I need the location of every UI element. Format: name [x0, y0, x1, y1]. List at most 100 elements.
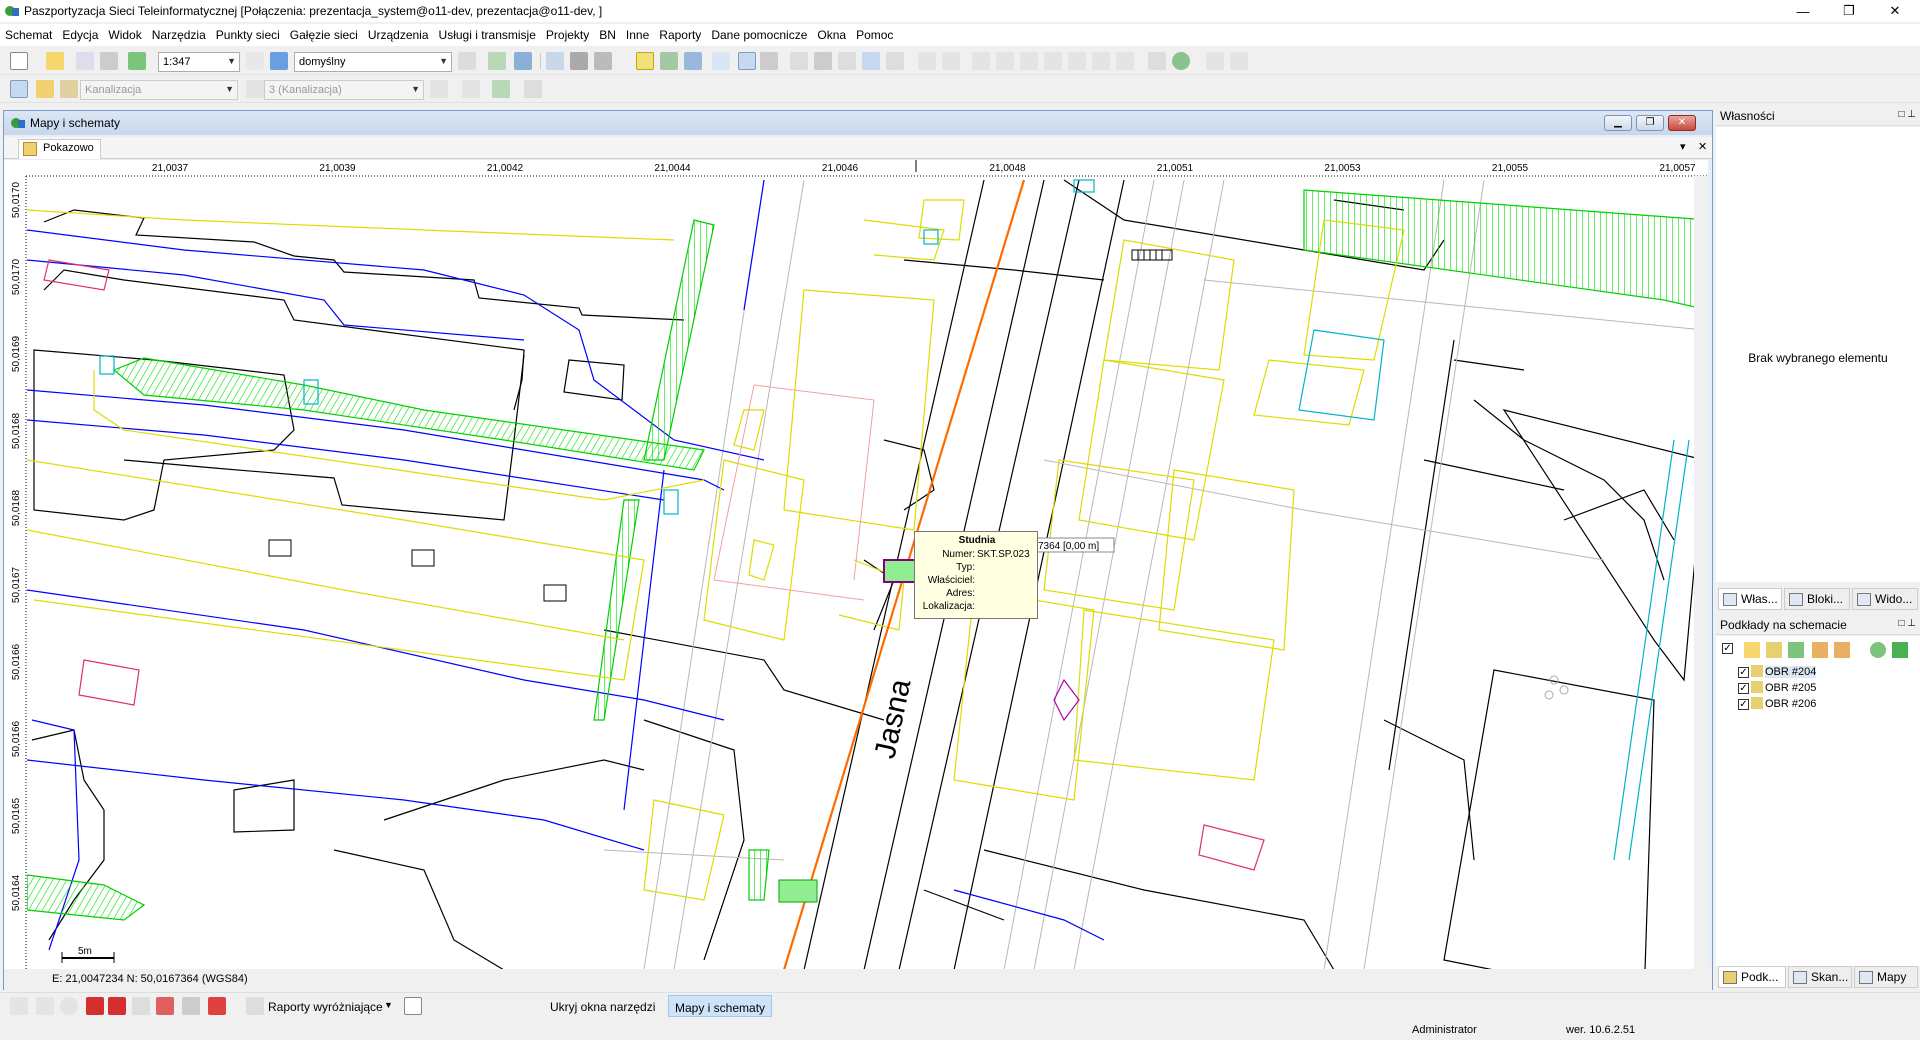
manhole[interactable]: [778, 879, 818, 903]
tool-icon[interactable]: [36, 997, 54, 1015]
reports-icon[interactable]: [246, 997, 264, 1015]
connect-icon[interactable]: [1148, 52, 1166, 70]
menu-punkty-sieci[interactable]: Punkty sieci: [211, 28, 285, 42]
layer-icon[interactable]: [1766, 642, 1782, 658]
tab-list-dropdown[interactable]: ▾: [1680, 140, 1686, 153]
stop-icon[interactable]: [86, 997, 104, 1015]
copy-view-icon[interactable]: [594, 52, 612, 70]
hide-tools-button[interactable]: Ukryj okna narzędzi: [550, 1000, 655, 1014]
sublayer-select[interactable]: 3 (Kanalizacja) ▼: [264, 80, 424, 100]
close-button[interactable]: ✕: [1872, 0, 1918, 22]
tab-pokazowo[interactable]: Pokazowo: [18, 139, 101, 159]
image-icon[interactable]: [1812, 642, 1828, 658]
tab-close-button[interactable]: ✕: [1698, 140, 1707, 153]
grid-select-icon[interactable]: [182, 997, 200, 1015]
disabled-tool-icon[interactable]: [942, 52, 960, 70]
menu-dane-pomocnicze[interactable]: Dane pomocnicze: [706, 28, 812, 42]
image-edit-icon[interactable]: [1834, 642, 1850, 658]
line-icon[interactable]: [430, 80, 448, 98]
menu-inne[interactable]: Inne: [621, 28, 654, 42]
menu-widok[interactable]: Widok: [103, 28, 146, 42]
snap-icon[interactable]: [760, 52, 778, 70]
maximize-button[interactable]: ❐: [1826, 0, 1872, 22]
tab-mapy[interactable]: Mapy: [1854, 966, 1918, 988]
menu-uslugi[interactable]: Usługi i transmisje: [434, 28, 541, 42]
close-tool-icon[interactable]: [524, 80, 542, 98]
mdi-close-button[interactable]: ✕: [1668, 115, 1696, 131]
background-icon[interactable]: [660, 52, 678, 70]
open-folder-icon[interactable]: [46, 52, 64, 70]
delete-icon[interactable]: [1020, 52, 1038, 70]
mdi-minimize-button[interactable]: ▁: [1604, 115, 1632, 131]
zoom-fit-icon[interactable]: [270, 52, 288, 70]
refresh-icon[interactable]: [1870, 642, 1886, 658]
disabled-tool-icon[interactable]: [1092, 52, 1110, 70]
layers-icon[interactable]: [458, 52, 476, 70]
active-window-button[interactable]: Mapy i schematy: [668, 995, 773, 1017]
pin-icon[interactable]: □ ⊥: [1898, 109, 1916, 120]
tab-bloki[interactable]: Bloki...: [1784, 588, 1850, 610]
frame-icon[interactable]: [838, 52, 856, 70]
layer-item[interactable]: ✓ OBR #205: [1738, 680, 1816, 694]
menu-projekty[interactable]: Projekty: [541, 28, 594, 42]
align-icon[interactable]: [790, 52, 808, 70]
scale-select[interactable]: 1:347 ▼: [158, 52, 240, 72]
tab-widoki[interactable]: Wido...: [1852, 588, 1918, 610]
tree-icon[interactable]: [1788, 642, 1804, 658]
lock-icon[interactable]: [246, 80, 264, 98]
disabled-tool-icon[interactable]: [1068, 52, 1086, 70]
expand-icon[interactable]: [886, 52, 904, 70]
add-layer-icon[interactable]: [1744, 642, 1760, 658]
menu-raporty[interactable]: Raporty: [654, 28, 706, 42]
highlight-icon[interactable]: [636, 52, 654, 70]
menu-pomoc[interactable]: Pomoc: [851, 28, 898, 42]
blank-checkbox[interactable]: [404, 997, 422, 1015]
draw-icon[interactable]: [10, 997, 28, 1015]
check-all-checkbox[interactable]: ✓: [1722, 643, 1733, 654]
grid-icon[interactable]: [712, 52, 730, 70]
target-icon[interactable]: [60, 997, 78, 1015]
record-icon[interactable]: [108, 997, 126, 1015]
layer-select[interactable]: Kanalizacja ▼: [80, 80, 238, 100]
menu-galezie-sieci[interactable]: Gałęzie sieci: [285, 28, 363, 42]
refresh-icon[interactable]: [128, 52, 146, 70]
minimize-button[interactable]: —: [1780, 0, 1826, 22]
info-icon[interactable]: [684, 52, 702, 70]
mdi-restore-button[interactable]: ❐: [1636, 115, 1664, 131]
binoculars-icon[interactable]: [570, 52, 588, 70]
disabled-tool-icon[interactable]: [918, 52, 936, 70]
tab-podklady[interactable]: Podk...: [1718, 966, 1786, 988]
clear-icon[interactable]: [208, 997, 226, 1015]
disabled-tool-icon[interactable]: [972, 52, 990, 70]
line-edit-icon[interactable]: [462, 80, 480, 98]
tab-wlasnosci[interactable]: Włas...: [1718, 588, 1782, 610]
style-select[interactable]: domyślny ▼: [294, 52, 452, 72]
report-icon[interactable]: [156, 997, 174, 1015]
map-icon[interactable]: [514, 52, 532, 70]
layer-item[interactable]: ✓ OBR #206: [1738, 696, 1816, 710]
map-vertical-scrollbar[interactable]: [1694, 176, 1708, 970]
export-icon[interactable]: [76, 52, 94, 70]
menu-urzadzenia[interactable]: Urządzenia: [363, 28, 434, 42]
menu-bn[interactable]: BN: [594, 28, 621, 42]
select-area-icon[interactable]: [546, 52, 564, 70]
edit-doc-icon[interactable]: [132, 997, 150, 1015]
measure-icon[interactable]: [862, 52, 880, 70]
edit-line-icon[interactable]: [60, 80, 78, 98]
person-icon[interactable]: [1230, 52, 1248, 70]
print-icon[interactable]: [100, 52, 118, 70]
align-right-icon[interactable]: [814, 52, 832, 70]
menu-edycja[interactable]: Edycja: [57, 28, 103, 42]
person-icon[interactable]: [1206, 52, 1224, 70]
layer-checkbox[interactable]: ✓: [1738, 683, 1749, 694]
globe-icon[interactable]: [1172, 52, 1190, 70]
network-icon[interactable]: [492, 80, 510, 98]
map-canvas[interactable]: 21,0037 21,0039 21,0042 21,0044 21,0046 21,00…: [4, 160, 1708, 970]
map-drawing[interactable]: 21,0037 21,0039 21,0042 21,0044 21,0046 21,00…: [4, 160, 1708, 970]
disabled-tool-icon[interactable]: [996, 52, 1014, 70]
settings-icon[interactable]: [1892, 642, 1908, 658]
layer-checkbox[interactable]: ✓: [1738, 667, 1749, 678]
menu-okna[interactable]: Okna: [812, 28, 851, 42]
copy-icon[interactable]: [488, 52, 506, 70]
layer-checkbox[interactable]: ✓: [1738, 699, 1749, 710]
